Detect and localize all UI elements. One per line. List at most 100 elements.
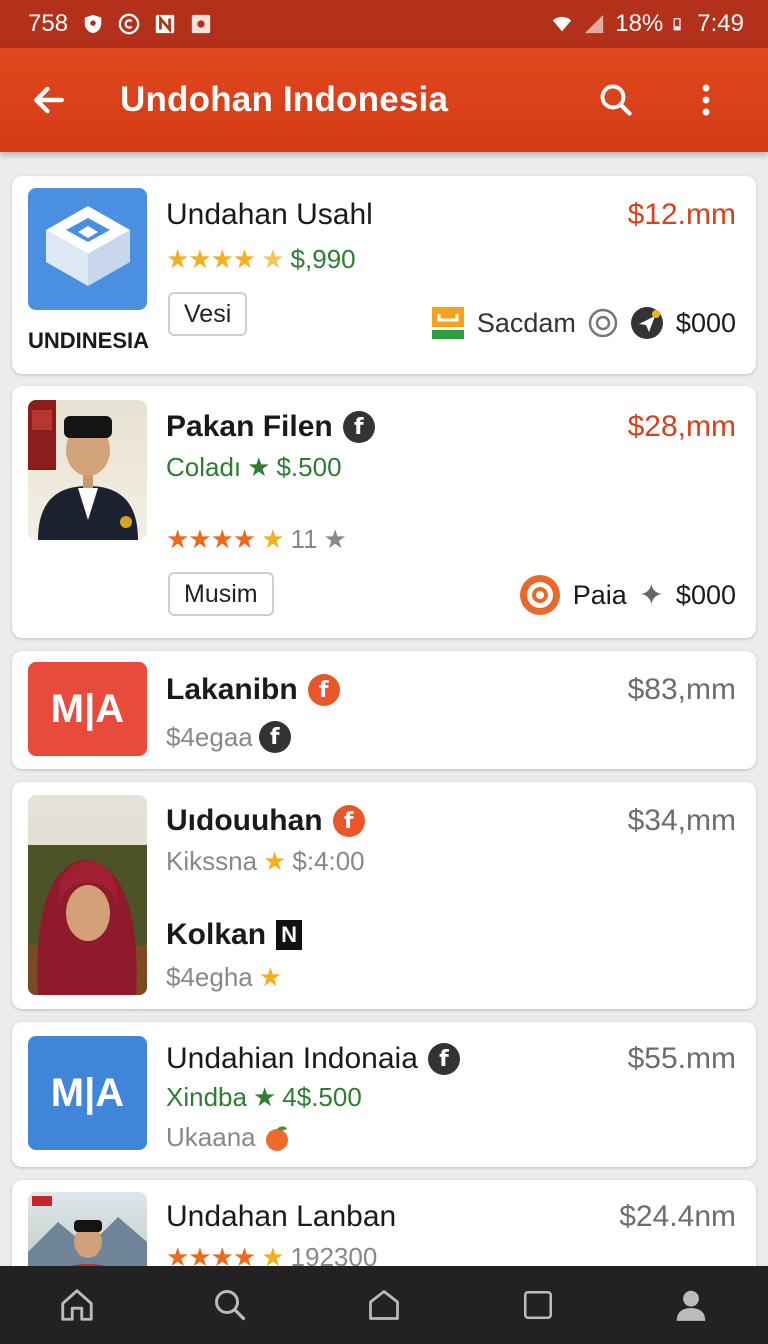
star-icon: ★ (263, 846, 287, 876)
amount: $000 (675, 579, 736, 610)
nav-profile-button[interactable] (667, 1281, 715, 1329)
nav-home-button[interactable] (53, 1281, 101, 1329)
secondary-subtitle-row: Ukaana (166, 1122, 292, 1153)
send-icon (630, 307, 663, 339)
rating-row: ★★★★ ★ $,990 (166, 244, 356, 275)
store-icon (431, 307, 464, 339)
bottom-navigation (0, 1266, 768, 1344)
listing-title-text: Lakanibn (166, 673, 298, 706)
rating-text: $,990 (290, 244, 356, 274)
subtitle-row: Coladı ★ $.500 (166, 452, 342, 483)
vendor-row: Sacdam $000 (431, 306, 736, 340)
subtitle-value: 4$.500 (282, 1082, 362, 1112)
home-icon (61, 1289, 93, 1321)
rating-count: 11 (290, 524, 318, 554)
listing-price: $28,mm (627, 410, 736, 443)
listing-price: $24.4nm (619, 1200, 736, 1233)
ma-logo-thumbnail: M|A (28, 1036, 147, 1150)
cube-logo-icon (46, 206, 130, 286)
category-tag[interactable]: Musim (168, 572, 274, 616)
more-vert-icon (702, 84, 710, 116)
nav-recents-button[interactable] (514, 1281, 562, 1329)
target-icon (588, 308, 618, 338)
secondary-title-text: Kolkan (166, 918, 267, 951)
rating-row: ★★★★ ★ 11 ★ (166, 524, 347, 555)
notification-square-icon (191, 14, 211, 34)
listing-title: Undahan Lanban (166, 1200, 397, 1233)
rating-stars: ★★★★ (166, 244, 256, 274)
facebook-icon: f (258, 721, 291, 753)
subtitle-row: Xindba ★ 4$.500 (166, 1082, 362, 1113)
back-button[interactable] (26, 77, 72, 123)
listing-card[interactable]: M|A Lakanibn f $83,mm $4egaa f (12, 651, 756, 769)
search-icon (600, 84, 632, 116)
secondary-title: Kolkan N (166, 918, 303, 952)
listing-card[interactable]: UNDINESIA Undahan Usahl $12.mm ★★★★ ★ $,9… (12, 176, 756, 374)
listing-card[interactable]: Pakan Filen f $28,mm Coladı ★ $.500 ★★★★… (12, 386, 756, 638)
target-icon (519, 575, 560, 615)
nav-search-button[interactable] (206, 1281, 254, 1329)
spark-icon: ✦ (638, 578, 664, 612)
n-badge-icon: N (276, 920, 303, 950)
n-badge-icon (155, 14, 175, 34)
listing-title: Undahan Usahl (166, 198, 373, 231)
listing-title: Pakan Filen f (166, 410, 375, 444)
subtitle: Kikssna (166, 846, 258, 876)
status-time-left: 758 (28, 10, 69, 37)
listing-title-text: Undahian Indonaia (166, 1042, 418, 1075)
listing-title: Undahian Indonaia f (166, 1042, 460, 1076)
more-options-button[interactable] (686, 80, 726, 120)
subtitle: Coladı (166, 452, 242, 482)
profile-photo (28, 795, 147, 995)
logo-text: M|A (50, 1070, 125, 1115)
peach-icon (265, 1125, 288, 1151)
arrow-left-icon (34, 86, 64, 114)
battery-icon (673, 18, 681, 31)
person-photo (28, 400, 138, 540)
listing-price: $34,mm (627, 804, 736, 837)
battery-percent: 18% (615, 10, 664, 37)
amount: $000 (675, 307, 736, 338)
wifi-icon (553, 16, 572, 32)
listing-title-text: Uıdouuhan (166, 804, 323, 837)
vendor-name: Paia (572, 579, 627, 610)
secondary-subtitle: $4egha (166, 962, 253, 992)
status-bar: 758 18% 7:49 (0, 0, 768, 48)
person-photo (28, 845, 147, 995)
subtitle: Xindba (166, 1082, 247, 1112)
category-tag[interactable]: Vesi (168, 292, 248, 336)
listing-title: Lakanibn f (166, 673, 340, 707)
circle-c-icon (118, 13, 140, 35)
listing-card[interactable]: Uıdouuhan f $34,mm Kikssna ★ $:4:00 Kolk… (12, 782, 756, 1009)
ma-logo-thumbnail: M|A (28, 662, 147, 756)
nav-home-outline-button[interactable] (360, 1281, 408, 1329)
listing-price: $55.mm (627, 1042, 736, 1075)
app-logo-thumbnail (28, 188, 147, 310)
star-icon: ★ (252, 1082, 277, 1112)
signal-icon (585, 14, 604, 34)
profile-icon (676, 1290, 706, 1321)
listing-price: $83,mm (627, 673, 736, 706)
square-icon (523, 1290, 552, 1320)
secondary-subtitle-row: $4egha ★ (166, 962, 282, 993)
subtitle: $4egaa (166, 721, 253, 752)
star-outline-icon: ★ (323, 524, 347, 554)
star-icon: ★ (247, 452, 271, 482)
star-icon: ★ (261, 524, 285, 554)
shield-icon (84, 14, 102, 34)
facebook-icon: f (342, 411, 375, 443)
half-star-icon: ★ (261, 244, 285, 274)
search-button[interactable] (596, 80, 636, 120)
app-bar: Undohan Indonesia (0, 48, 768, 152)
star-icon: ★ (258, 962, 283, 992)
brand-label: UNDINESIA (28, 328, 150, 353)
listing-title: Uıdouuhan f (166, 804, 365, 838)
listing-card[interactable]: M|A Undahian Indonaia f $55.mm Xindba ★ … (12, 1022, 756, 1167)
facebook-icon: f (332, 805, 365, 837)
vendor-name: Sacdam (476, 307, 576, 338)
profile-photo (28, 400, 147, 540)
search-icon (215, 1290, 246, 1321)
secondary-subtitle: Ukaana (166, 1122, 256, 1152)
page-title: Undohan Indonesia (120, 80, 449, 119)
house-outline-icon (369, 1290, 399, 1320)
